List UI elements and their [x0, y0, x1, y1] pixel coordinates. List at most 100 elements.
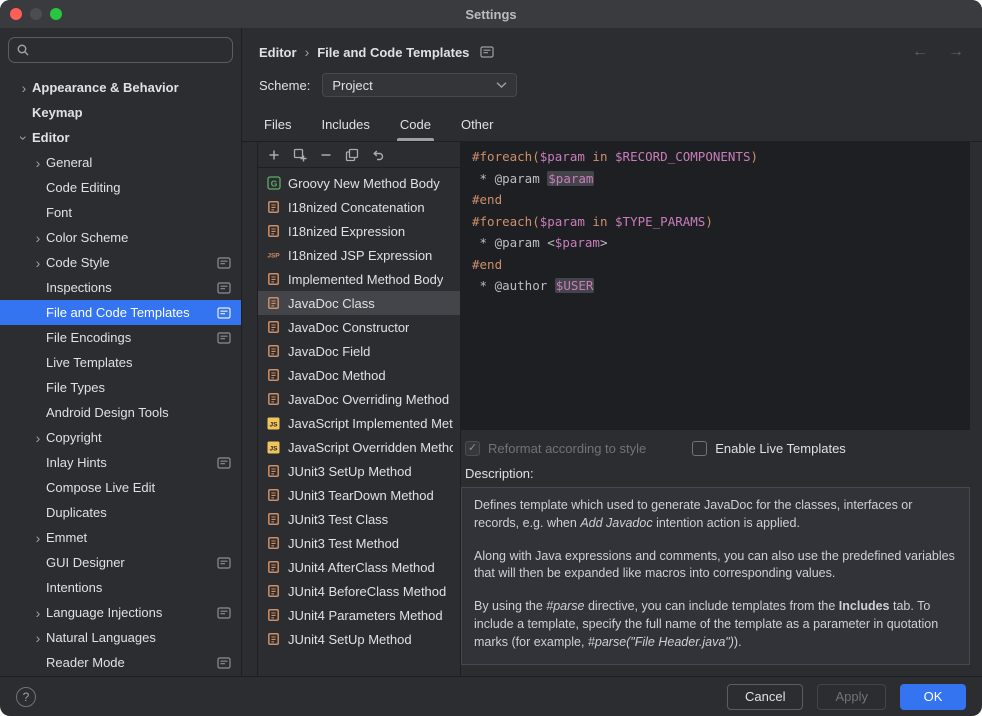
template-item-junit3-setup-method[interactable]: JUnit3 SetUp Method: [258, 459, 460, 483]
sidebar-item-file-encodings[interactable]: File Encodings: [0, 325, 241, 350]
sidebar-item-live-templates[interactable]: Live Templates: [0, 350, 241, 375]
tab-code[interactable]: Code: [392, 110, 439, 141]
template-item-i18nized-expression[interactable]: I18nized Expression: [258, 219, 460, 243]
template-item-junit4-afterclass-method[interactable]: JUnit4 AfterClass Method: [258, 555, 460, 579]
remove-template-button[interactable]: [314, 145, 337, 165]
chevron-right-icon[interactable]: ›: [16, 81, 32, 95]
jsp-file-icon: JSP: [265, 248, 282, 262]
tab-includes[interactable]: Includes: [313, 110, 377, 141]
template-editor-pane: #foreach($param in $RECORD_COMPONENTS) *…: [461, 142, 970, 676]
help-button[interactable]: ?: [16, 687, 36, 707]
template-item-junit4-beforeclass-method[interactable]: JUnit4 BeforeClass Method: [258, 579, 460, 603]
template-item-javadoc-overriding-method[interactable]: JavaDoc Overriding Method: [258, 387, 460, 411]
template-file-icon: [265, 392, 282, 406]
sidebar-item-duplicates[interactable]: Duplicates: [0, 500, 241, 525]
back-button[interactable]: ←: [912, 43, 928, 61]
close-button[interactable]: [10, 8, 22, 20]
template-item-implemented-method-body[interactable]: Implemented Method Body: [258, 267, 460, 291]
search-field[interactable]: [8, 37, 233, 63]
sidebar-item-code-style[interactable]: ›Code Style: [0, 250, 241, 275]
forward-button[interactable]: →: [948, 43, 964, 61]
breadcrumb-editor[interactable]: Editor: [259, 45, 297, 60]
ok-button[interactable]: OK: [900, 684, 966, 710]
sidebar-item-label: GUI Designer: [46, 555, 125, 570]
sidebar-item-file-and-code-templates[interactable]: File and Code Templates: [0, 300, 241, 325]
sidebar-item-natural-languages[interactable]: ›Natural Languages: [0, 625, 241, 650]
sidebar-item-emmet[interactable]: ›Emmet: [0, 525, 241, 550]
zoom-button[interactable]: [50, 8, 62, 20]
chevron-down-icon[interactable]: ›: [17, 130, 31, 146]
sidebar-item-gui-designer[interactable]: GUI Designer: [0, 550, 241, 575]
scheme-row: Scheme: Project: [242, 70, 982, 110]
chevron-right-icon[interactable]: ›: [30, 531, 46, 545]
sidebar-item-code-editing[interactable]: Code Editing: [0, 175, 241, 200]
live-templates-checkbox-label: Enable Live Templates: [715, 441, 846, 456]
history-nav: ← →: [912, 43, 964, 61]
reset-to-default-button[interactable]: [366, 145, 389, 165]
create-child-template-button[interactable]: [288, 145, 311, 165]
sidebar-item-label: Color Scheme: [46, 230, 128, 245]
window-title: Settings: [0, 7, 982, 22]
sidebar-item-reader-mode[interactable]: Reader Mode: [0, 650, 241, 675]
svg-text:JS: JS: [270, 421, 279, 428]
add-template-button[interactable]: [262, 145, 285, 165]
sidebar-item-file-types[interactable]: File Types: [0, 375, 241, 400]
chevron-right-icon[interactable]: ›: [30, 431, 46, 445]
template-item-junit3-test-class[interactable]: JUnit3 Test Class: [258, 507, 460, 531]
template-code-editor[interactable]: #foreach($param in $RECORD_COMPONENTS) *…: [461, 142, 970, 430]
live-templates-checkbox-box[interactable]: [692, 441, 707, 456]
tab-files[interactable]: Files: [256, 110, 299, 141]
live-templates-checkbox[interactable]: Enable Live Templates: [692, 441, 846, 456]
sidebar-item-editor[interactable]: ›Editor: [0, 125, 241, 150]
help-icon: ?: [23, 690, 30, 704]
sidebar-item-copyright[interactable]: ›Copyright: [0, 425, 241, 450]
template-item-javadoc-class[interactable]: JavaDoc Class: [258, 291, 460, 315]
sidebar-item-intentions[interactable]: Intentions: [0, 575, 241, 600]
template-file-icon: [265, 608, 282, 622]
template-item-label: JUnit3 TearDown Method: [288, 488, 434, 503]
sidebar-item-inlay-hints[interactable]: Inlay Hints: [0, 450, 241, 475]
sidebar-item-compose-live-edit[interactable]: Compose Live Edit: [0, 475, 241, 500]
template-file-icon: [265, 368, 282, 382]
settings-window: Settings ›Appearance & BehaviorKeymap›Ed…: [0, 0, 982, 716]
sidebar-item-android-design-tools[interactable]: Android Design Tools: [0, 400, 241, 425]
settings-sidebar: ›Appearance & BehaviorKeymap›Editor›Gene…: [0, 28, 242, 676]
chevron-right-icon[interactable]: ›: [30, 231, 46, 245]
template-item-javadoc-field[interactable]: JavaDoc Field: [258, 339, 460, 363]
sidebar-item-color-scheme[interactable]: ›Color Scheme: [0, 225, 241, 250]
traffic-lights: [0, 8, 62, 20]
template-item-groovy-new-method-body[interactable]: GGroovy New Method Body: [258, 171, 460, 195]
sidebar-item-font[interactable]: Font: [0, 200, 241, 225]
tab-other[interactable]: Other: [453, 110, 502, 141]
scheme-select[interactable]: Project: [322, 73, 517, 97]
chevron-right-icon[interactable]: ›: [30, 156, 46, 170]
settings-tree: ›Appearance & BehaviorKeymap›Editor›Gene…: [0, 72, 241, 676]
sidebar-item-general[interactable]: ›General: [0, 150, 241, 175]
chevron-right-icon[interactable]: ›: [30, 631, 46, 645]
apply-button[interactable]: Apply: [817, 684, 886, 710]
chevron-right-icon[interactable]: ›: [30, 256, 46, 270]
template-item-javascript-overridden-metho[interactable]: JSJavaScript Overridden Metho: [258, 435, 460, 459]
template-item-junit3-teardown-method[interactable]: JUnit3 TearDown Method: [258, 483, 460, 507]
template-file-icon: [265, 200, 282, 214]
template-item-javascript-implemented-met[interactable]: JSJavaScript Implemented Met: [258, 411, 460, 435]
template-item-junit4-setup-method[interactable]: JUnit4 SetUp Method: [258, 627, 460, 651]
template-item-junit3-test-method[interactable]: JUnit3 Test Method: [258, 531, 460, 555]
sidebar-item-label: Inlay Hints: [46, 455, 107, 470]
cancel-button[interactable]: Cancel: [727, 684, 803, 710]
template-item-i18nized-jsp-expression[interactable]: JSPI18nized JSP Expression: [258, 243, 460, 267]
duplicate-template-button[interactable]: [340, 145, 363, 165]
template-item-i18nized-concatenation[interactable]: I18nized Concatenation: [258, 195, 460, 219]
sidebar-item-inspections[interactable]: Inspections: [0, 275, 241, 300]
sidebar-item-appearance-behavior[interactable]: ›Appearance & Behavior: [0, 75, 241, 100]
template-item-junit4-parameters-method[interactable]: JUnit4 Parameters Method: [258, 603, 460, 627]
template-item-javadoc-constructor[interactable]: JavaDoc Constructor: [258, 315, 460, 339]
sidebar-item-label: Natural Languages: [46, 630, 156, 645]
template-item-javadoc-method[interactable]: JavaDoc Method: [258, 363, 460, 387]
settings-search-input[interactable]: [35, 43, 225, 58]
settings-page-icon: [217, 257, 231, 269]
sidebar-item-keymap[interactable]: Keymap: [0, 100, 241, 125]
template-file-icon: [265, 560, 282, 574]
chevron-right-icon[interactable]: ›: [30, 606, 46, 620]
sidebar-item-language-injections[interactable]: ›Language Injections: [0, 600, 241, 625]
